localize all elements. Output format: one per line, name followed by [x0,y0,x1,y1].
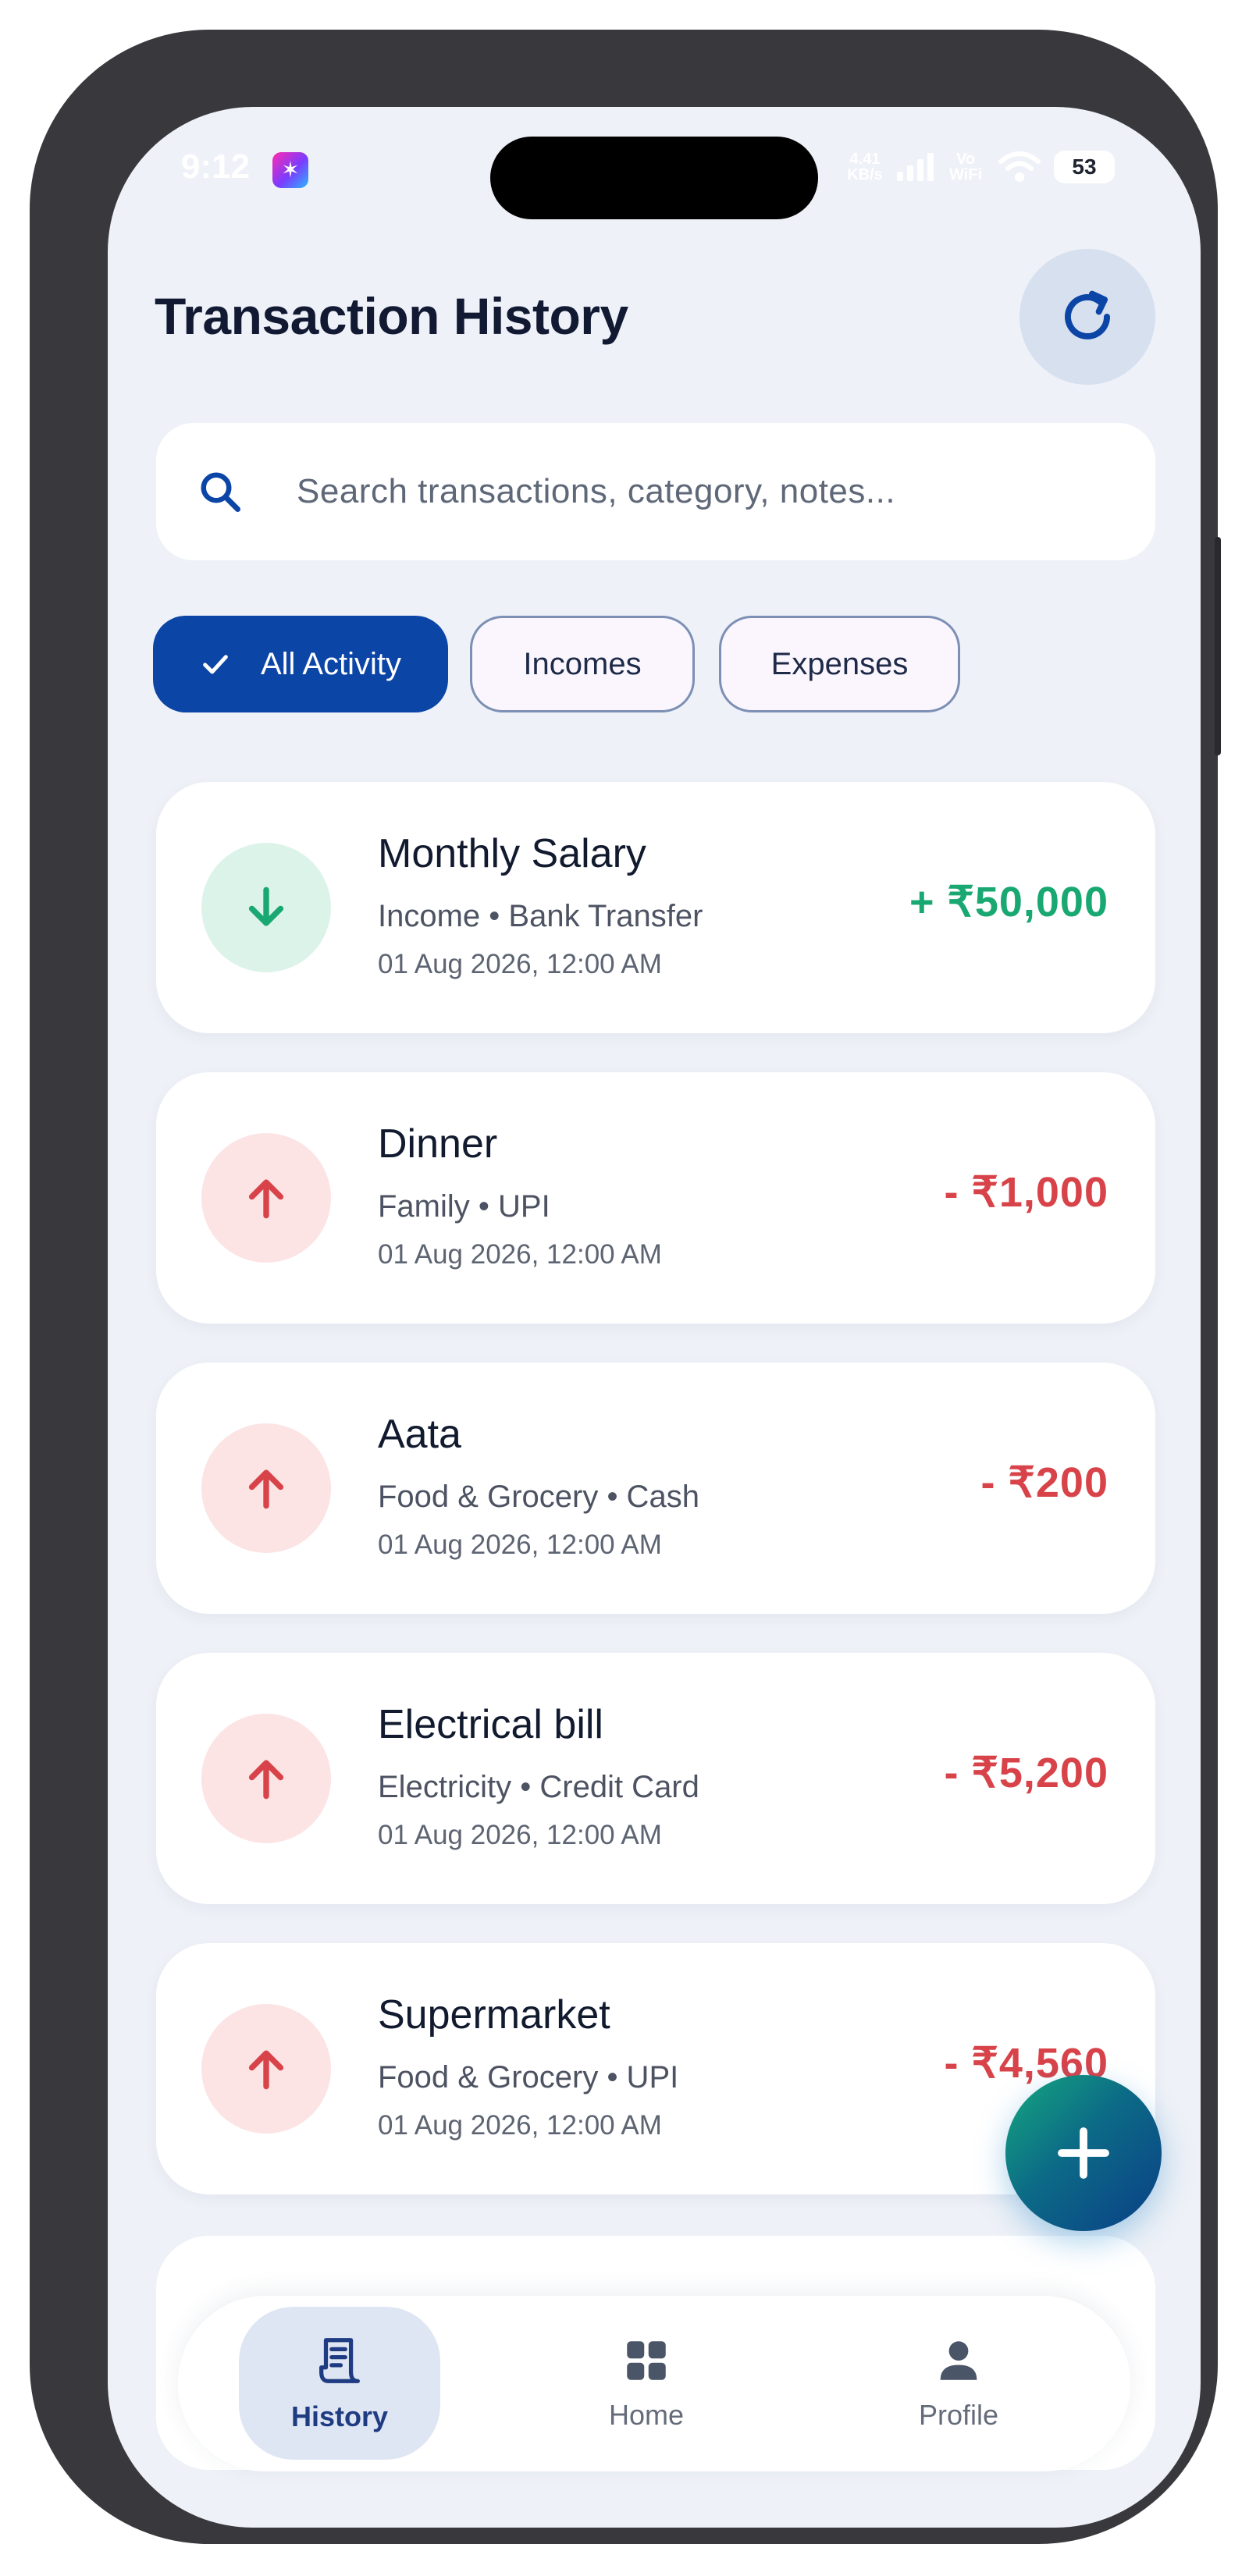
transaction-card[interactable]: Monthly Salary Income • Bank Transfer 01… [156,782,1155,1033]
nav-item-home[interactable]: Home [553,2307,740,2460]
transaction-title: Dinner [378,1121,498,1167]
check-icon [200,648,231,680]
transaction-title: Electrical bill [378,1702,603,1747]
volte-wifi-label: Vo WiFi [948,151,983,183]
transaction-card[interactable]: Aata Food & Grocery • Cash 01 Aug 2026, … [156,1363,1155,1614]
income-badge [201,843,331,972]
transaction-date: 01 Aug 2026, 12:00 AM [378,1530,662,1560]
arrow-down-icon [248,886,284,926]
plus-icon [1058,2127,1109,2179]
arrow-up-icon [248,1760,284,1800]
signal-icon [897,153,934,181]
transaction-amount: - ₹1,000 [944,1169,1108,1216]
filter-chip-label: Expenses [770,646,909,681]
transaction-meta: Food & Grocery • Cash [378,1480,699,1514]
transaction-date: 01 Aug 2026, 12:00 AM [378,2110,662,2141]
transaction-date: 01 Aug 2026, 12:00 AM [378,1239,662,1270]
filter-chip-incomes[interactable]: Incomes [470,616,695,712]
transaction-meta: Food & Grocery • UPI [378,2060,679,2095]
transaction-amount: - ₹5,200 [944,1750,1108,1796]
power-button [1215,537,1221,755]
expense-badge [201,1714,331,1843]
arrow-up-icon [248,1179,284,1219]
transaction-title: Monthly Salary [378,831,646,876]
search-box[interactable] [156,423,1155,560]
nav-label: Profile [918,2399,999,2431]
nav-item-history[interactable]: History [239,2307,440,2460]
expense-badge [201,1423,331,1553]
transaction-date: 01 Aug 2026, 12:00 AM [378,1820,662,1850]
nav-label: Home [608,2399,685,2431]
grid-icon [627,2341,666,2380]
dynamic-island [490,137,818,219]
bottom-nav: History Home Profile [178,2296,1130,2471]
arrow-up-icon [248,1469,284,1509]
filter-chip-all-activity[interactable]: All Activity [153,616,448,712]
expense-badge [201,1133,331,1263]
transaction-title: Supermarket [378,1992,610,2038]
status-time: 9:12 [181,147,251,186]
phone-frame: 9:12 ✶ 4.41 KB/s Vo WiFi 53 Transaction … [30,30,1221,2544]
battery-indicator: 53 [1054,151,1115,183]
transaction-amount: - ₹200 [980,1459,1108,1506]
transaction-title: Aata [378,1412,461,1457]
status-indicators: 4.41 KB/s Vo WiFi 53 [845,151,1115,183]
filter-chip-expenses[interactable]: Expenses [719,616,960,712]
transaction-card[interactable]: Electrical bill Electricity • Credit Car… [156,1653,1155,1904]
transaction-card[interactable]: Dinner Family • UPI 01 Aug 2026, 12:00 A… [156,1072,1155,1324]
nav-item-profile[interactable]: Profile [865,2307,1052,2460]
person-icon [940,2341,977,2380]
notification-app-icon: ✶ [272,152,308,188]
filter-chip-label: Incomes [523,646,642,681]
transaction-date: 01 Aug 2026, 12:00 AM [378,949,662,979]
transaction-meta: Electricity • Credit Card [378,1770,699,1804]
arrow-up-icon [248,2050,284,2090]
expense-badge [201,2004,331,2134]
refresh-icon [1065,290,1110,339]
transaction-meta: Family • UPI [378,1189,550,1224]
search-input[interactable] [297,472,1077,511]
page-title: Transaction History [155,287,628,345]
nav-label: History [290,2400,389,2432]
transaction-amount: + ₹50,000 [909,879,1108,926]
transaction-meta: Income • Bank Transfer [378,899,703,933]
receipt-icon [319,2338,360,2383]
add-transaction-button[interactable] [1005,2075,1162,2231]
filter-chip-label: All Activity [260,646,402,681]
network-speed: 4.41 KB/s [847,151,883,183]
wifi-icon [998,151,1041,182]
refresh-button[interactable] [1019,249,1155,385]
app-screen: 9:12 ✶ 4.41 KB/s Vo WiFi 53 Transaction … [108,107,1201,2528]
search-icon [201,472,240,512]
